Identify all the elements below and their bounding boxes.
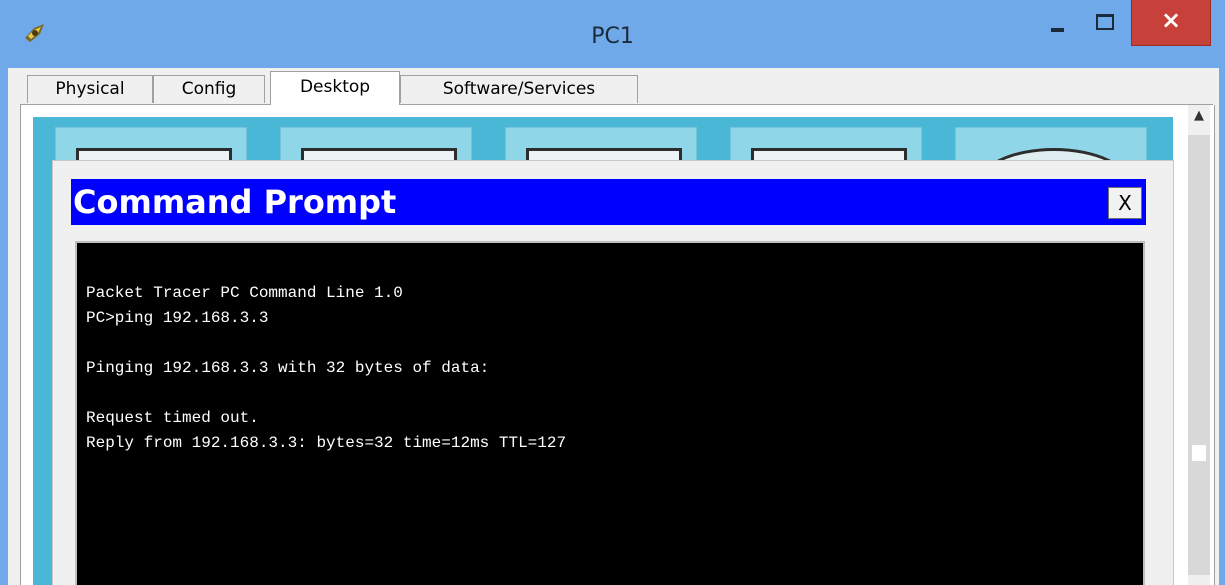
command-prompt-title: Command Prompt bbox=[73, 183, 397, 221]
terminal-text: Packet Tracer PC Command Line 1.0 PC>pin… bbox=[86, 281, 566, 456]
close-button[interactable]: × bbox=[1131, 0, 1211, 46]
command-prompt-window: Command Prompt X Packet Tracer PC Comman… bbox=[52, 160, 1174, 585]
command-prompt-close-button[interactable]: X bbox=[1108, 187, 1142, 219]
scrollbar-track[interactable] bbox=[1188, 135, 1210, 575]
tab-software-services[interactable]: Software/Services bbox=[400, 75, 638, 103]
window-client-area: Physical Config Desktop Software/Service… bbox=[8, 68, 1219, 585]
maximize-button[interactable] bbox=[1085, 0, 1129, 44]
minimize-icon bbox=[1051, 28, 1064, 32]
terminal-line: Request timed out. bbox=[86, 409, 259, 427]
terminal-line: Packet Tracer PC Command Line 1.0 bbox=[86, 284, 403, 302]
tab-physical[interactable]: Physical bbox=[27, 75, 153, 103]
title-bar[interactable]: PC1 × bbox=[0, 0, 1225, 68]
minimize-button[interactable] bbox=[1041, 0, 1085, 44]
command-prompt-header: Command Prompt X bbox=[71, 179, 1146, 225]
tab-desktop[interactable]: Desktop bbox=[270, 71, 400, 105]
scrollbar-thumb[interactable] bbox=[1192, 445, 1206, 461]
terminal-line: Reply from 192.168.3.3: bytes=32 time=12… bbox=[86, 434, 567, 452]
tab-config[interactable]: Config bbox=[153, 75, 265, 103]
app-window: PC1 × Physical Config Desktop Software/S… bbox=[0, 0, 1225, 585]
vertical-scrollbar[interactable]: ▲ bbox=[1188, 105, 1210, 585]
maximize-icon bbox=[1096, 14, 1114, 30]
tab-bar: Physical Config Desktop Software/Service… bbox=[8, 68, 1219, 105]
terminal-line: Pinging 192.168.3.3 with 32 bytes of dat… bbox=[86, 359, 490, 377]
terminal-output[interactable]: Packet Tracer PC Command Line 1.0 PC>pin… bbox=[75, 241, 1145, 585]
terminal-line: PC>ping 192.168.3.3 bbox=[86, 309, 269, 327]
close-icon: × bbox=[1160, 6, 1182, 34]
scroll-up-icon[interactable]: ▲ bbox=[1188, 105, 1210, 127]
